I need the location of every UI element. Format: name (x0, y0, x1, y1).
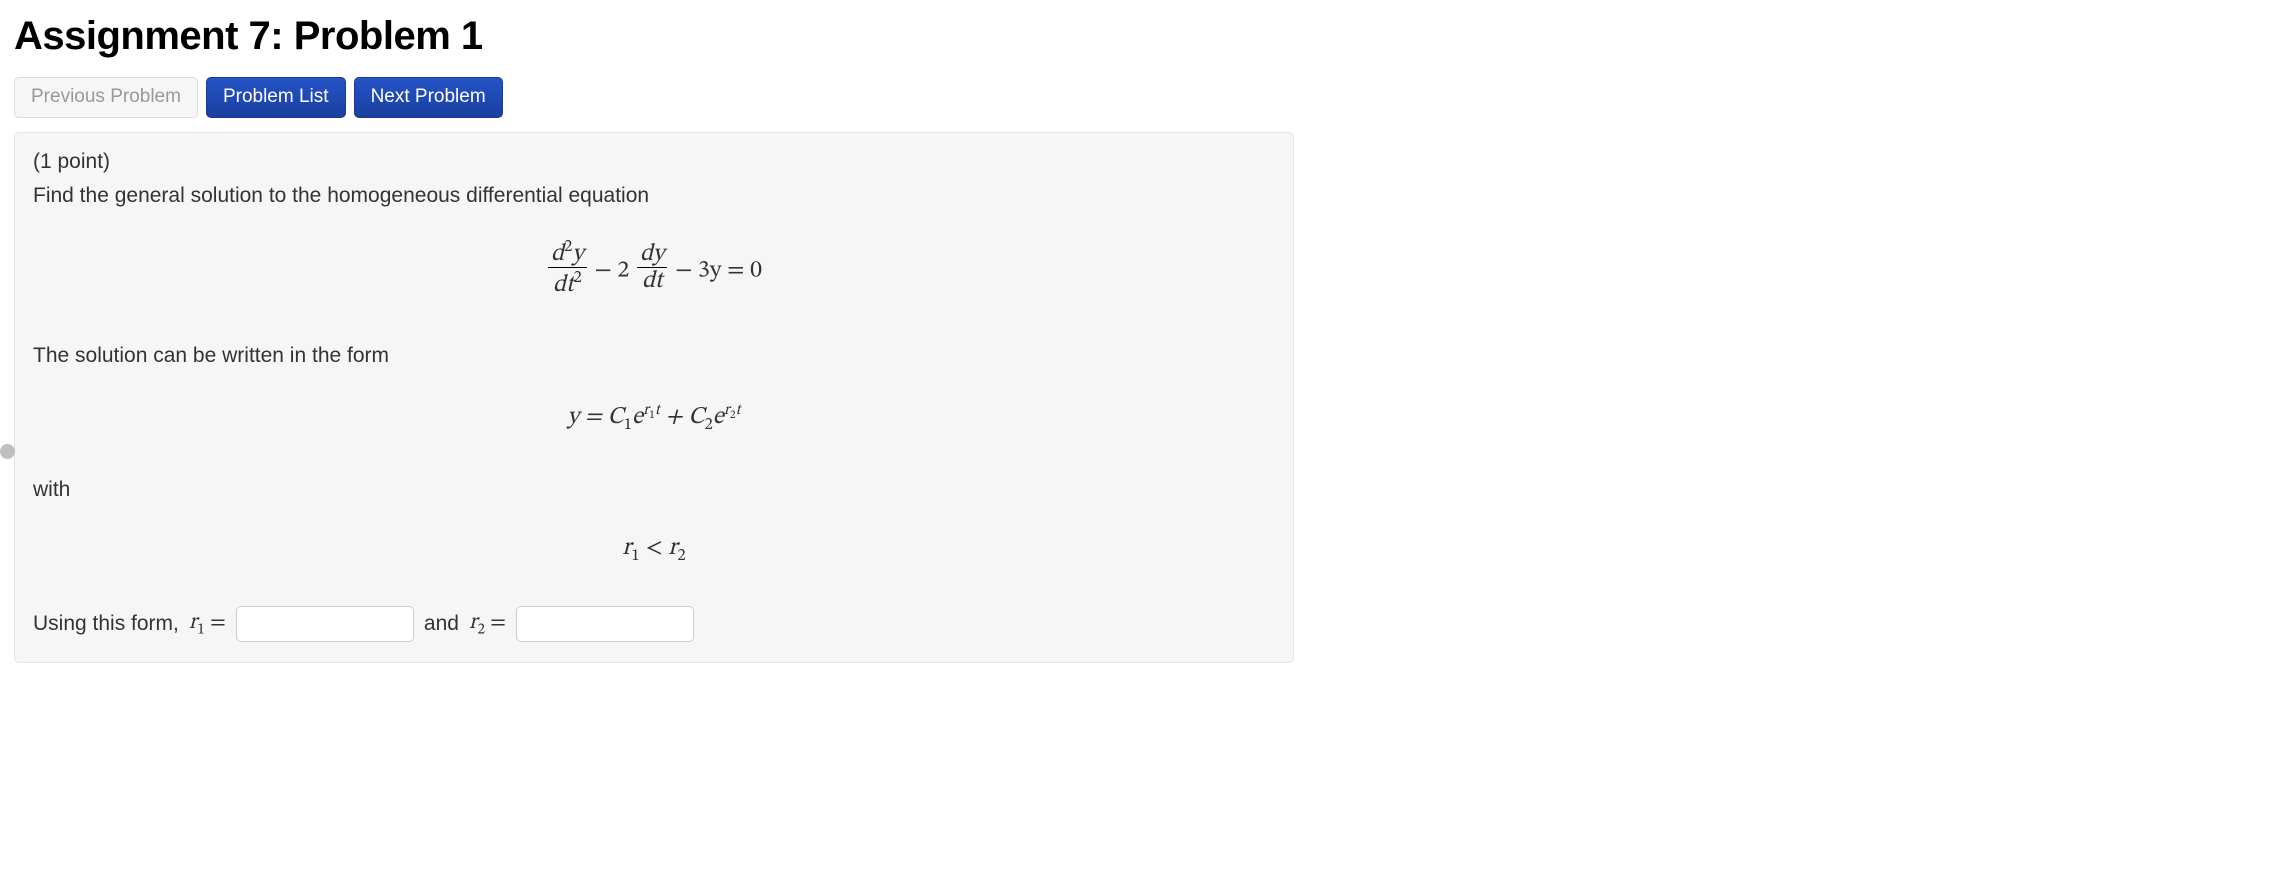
answer-lead: Using this form, (33, 612, 179, 636)
previous-problem-button[interactable]: Previous Problem (14, 77, 198, 118)
eq-minus2: − 2 (595, 258, 630, 282)
prompt-text: Find the general solution to the homogen… (33, 181, 1275, 211)
problem-nav: Previous Problem Problem List Next Probl… (14, 77, 2260, 118)
with-text: with (33, 475, 1275, 505)
eq-tail: − 3y = 0 (675, 258, 762, 282)
eq-dy: dy (637, 242, 668, 268)
and-text: and (424, 612, 459, 636)
next-problem-button[interactable]: Next Problem (354, 77, 503, 118)
page-title: Assignment 7: Problem 1 (14, 14, 2260, 59)
problem-body: (1 point) Find the general solution to t… (14, 132, 1294, 663)
r1-label: r1 = (189, 609, 226, 639)
problem-list-button[interactable]: Problem List (206, 77, 346, 118)
r2-label: r2 = (469, 609, 506, 639)
sol-lhs: y = C (567, 405, 623, 429)
eq-dt: dt (637, 268, 668, 296)
sol-e1: e (632, 405, 643, 429)
equation-inequality: r1 < r2 (33, 533, 1275, 566)
sol-plus: + C (660, 405, 705, 429)
solution-form-intro: The solution can be written in the form (33, 341, 1275, 371)
answer-row: Using this form, r1 = and r2 = (33, 606, 1275, 642)
ineq-lt: < (640, 536, 669, 560)
r2-input[interactable] (516, 606, 694, 642)
sol-e2: e (713, 405, 724, 429)
eq-y: y (572, 242, 584, 266)
eq-dt2: dt (553, 273, 574, 297)
points-label: (1 point) (33, 147, 1275, 177)
scroll-indicator (0, 444, 15, 459)
eq-d: d (551, 242, 564, 266)
r1-input[interactable] (236, 606, 414, 642)
equation-solution-form: y = C1er1t + C2er2t (33, 400, 1275, 435)
equation-ode: d2y dt2 − 2 dy dt − 3y = 0 (33, 240, 1275, 302)
